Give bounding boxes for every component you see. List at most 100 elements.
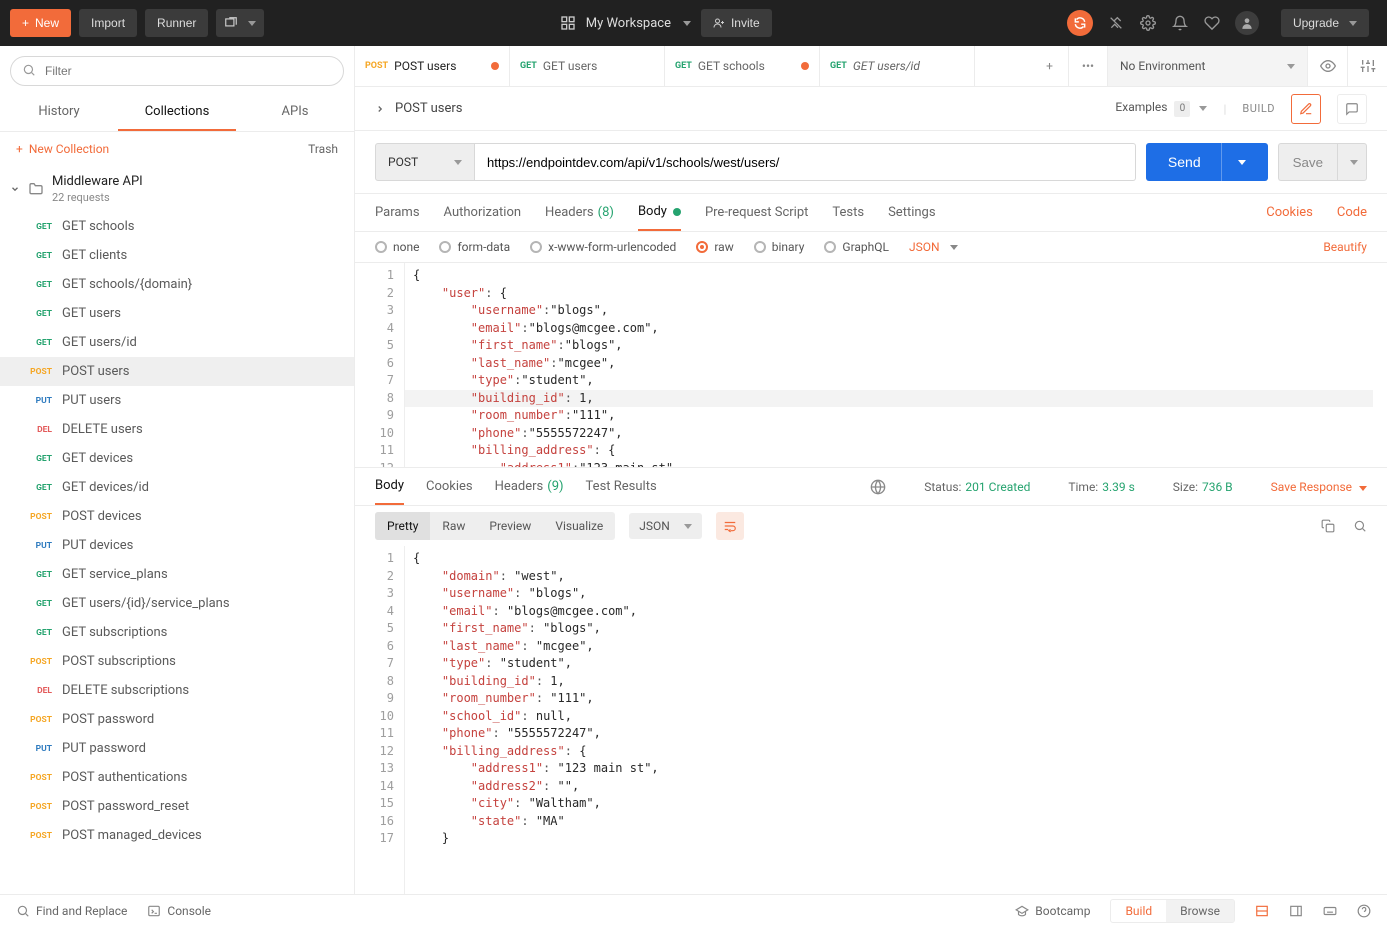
sidebar-tab-history[interactable]: History: [0, 94, 118, 131]
collection-header[interactable]: Middleware API 22 requests: [0, 166, 354, 212]
sidebar-request-item[interactable]: GETGET subscriptions: [0, 618, 354, 647]
beautify-button[interactable]: Beautify: [1323, 240, 1367, 254]
sidebar-request-item[interactable]: DELDELETE subscriptions: [0, 676, 354, 705]
sidebar-request-item[interactable]: POSTPOST devices: [0, 502, 354, 531]
add-tab-button[interactable]: +: [1031, 46, 1069, 86]
sidebar-request-item[interactable]: GETGET users: [0, 299, 354, 328]
subtab-params[interactable]: Params: [375, 195, 420, 230]
new-collection-button[interactable]: + New Collection: [16, 142, 109, 156]
two-pane-button[interactable]: [1255, 904, 1269, 918]
view-mode-preview[interactable]: Preview: [477, 512, 543, 540]
import-button[interactable]: Import: [79, 9, 137, 37]
build-mode-button[interactable]: Build: [1111, 900, 1166, 922]
workspace-switcher[interactable]: My Workspace: [586, 16, 691, 31]
sidebar-request-item[interactable]: POSTPOST password: [0, 705, 354, 734]
sidebar-request-item[interactable]: GETGET clients: [0, 241, 354, 270]
help-button[interactable]: [1357, 904, 1371, 918]
subtab-headers[interactable]: Headers(8): [545, 195, 614, 230]
new-button[interactable]: + New: [10, 9, 71, 37]
sidebar-request-item[interactable]: GETGET devices/id: [0, 473, 354, 502]
sidebar-request-item[interactable]: PUTPUT users: [0, 386, 354, 415]
subtab-tests[interactable]: Tests: [832, 195, 864, 230]
examples-dropdown[interactable]: Examples 0: [1115, 100, 1207, 117]
sidebar-request-item[interactable]: GETGET schools: [0, 212, 354, 241]
environment-settings-button[interactable]: [1347, 46, 1387, 86]
capture-button[interactable]: [1107, 14, 1125, 32]
filter-input[interactable]: [10, 56, 344, 86]
sidebar-request-item[interactable]: POSTPOST authentications: [0, 763, 354, 792]
sidebar-request-item[interactable]: GETGET devices: [0, 444, 354, 473]
request-tab[interactable]: GETGET users: [510, 46, 665, 86]
wrap-lines-button[interactable]: [716, 512, 744, 540]
view-mode-raw[interactable]: Raw: [430, 512, 477, 540]
sync-button[interactable]: [1067, 10, 1093, 36]
open-new-window-button[interactable]: [216, 9, 264, 37]
send-caret[interactable]: [1221, 143, 1246, 181]
response-tab-cookies[interactable]: Cookies: [426, 469, 473, 504]
subtab-pre-request-script[interactable]: Pre-request Script: [705, 195, 808, 230]
http-method-select[interactable]: POST: [375, 143, 475, 181]
cookies-link[interactable]: Cookies: [1266, 205, 1313, 220]
body-format-none[interactable]: none: [375, 240, 419, 254]
save-caret-button[interactable]: [1337, 143, 1367, 181]
url-input[interactable]: [475, 143, 1136, 181]
keyboard-shortcuts-button[interactable]: [1323, 904, 1337, 918]
sidebar-request-item[interactable]: POSTPOST managed_devices: [0, 821, 354, 850]
trash-link[interactable]: Trash: [308, 142, 338, 156]
body-format-form-data[interactable]: form-data: [439, 240, 510, 254]
environment-quicklook-button[interactable]: [1307, 46, 1347, 86]
runner-button[interactable]: Runner: [145, 9, 208, 37]
response-tab-body[interactable]: Body: [375, 468, 404, 505]
response-tab-headers[interactable]: Headers(9): [495, 469, 564, 504]
sidebar-request-item[interactable]: GETGET users/id: [0, 328, 354, 357]
comment-button[interactable]: [1337, 94, 1367, 124]
search-response-button[interactable]: [1353, 519, 1367, 533]
body-format-binary[interactable]: binary: [754, 240, 805, 254]
browse-mode-button[interactable]: Browse: [1166, 900, 1234, 922]
bootcamp-button[interactable]: Bootcamp: [1015, 904, 1090, 918]
sidebar-tab-apis[interactable]: APIs: [236, 94, 354, 131]
edit-button[interactable]: [1291, 94, 1321, 124]
body-format-graphql[interactable]: GraphQL: [824, 240, 889, 254]
minimap[interactable]: [1373, 546, 1387, 894]
panel-layout-button[interactable]: [1289, 904, 1303, 918]
network-icon[interactable]: [870, 479, 886, 495]
sidebar-request-item[interactable]: GETGET users/{id}/service_plans: [0, 589, 354, 618]
subtab-authorization[interactable]: Authorization: [444, 195, 522, 230]
sidebar-request-item[interactable]: POSTPOST users: [0, 357, 354, 386]
favorite-button[interactable]: [1203, 14, 1221, 32]
request-tab[interactable]: GETGET schools: [665, 46, 820, 86]
send-button[interactable]: Send: [1146, 143, 1268, 181]
avatar[interactable]: [1235, 11, 1259, 35]
find-replace-button[interactable]: Find and Replace: [16, 904, 127, 918]
sidebar-request-item[interactable]: PUTPUT password: [0, 734, 354, 763]
invite-button[interactable]: Invite: [701, 9, 772, 37]
sidebar-tab-collections[interactable]: Collections: [118, 94, 236, 131]
body-format-raw[interactable]: raw: [696, 240, 733, 254]
sidebar-request-item[interactable]: POSTPOST subscriptions: [0, 647, 354, 676]
save-response-button[interactable]: Save Response: [1271, 480, 1367, 494]
code-link[interactable]: Code: [1337, 205, 1367, 220]
request-body-editor[interactable]: 123456789101112 { "user": { "username":"…: [355, 263, 1387, 468]
body-lang-select[interactable]: JSON: [909, 240, 958, 254]
tab-options-button[interactable]: •••: [1069, 46, 1107, 86]
body-format-x-www-form-urlencoded[interactable]: x-www-form-urlencoded: [530, 240, 676, 254]
sidebar-request-item[interactable]: GETGET schools/{domain}: [0, 270, 354, 299]
response-lang-select[interactable]: JSON: [629, 513, 702, 539]
subtab-settings[interactable]: Settings: [888, 195, 935, 230]
notifications-button[interactable]: [1171, 14, 1189, 32]
sidebar-request-item[interactable]: POSTPOST password_reset: [0, 792, 354, 821]
subtab-body[interactable]: Body: [638, 194, 681, 231]
view-mode-pretty[interactable]: Pretty: [375, 512, 430, 540]
sidebar-request-item[interactable]: PUTPUT devices: [0, 531, 354, 560]
console-button[interactable]: Console: [147, 904, 211, 918]
sidebar-request-item[interactable]: GETGET service_plans: [0, 560, 354, 589]
settings-button[interactable]: [1139, 14, 1157, 32]
response-body-editor[interactable]: 1234567891011121314151617 { "domain": "w…: [355, 546, 1387, 894]
response-tab-test-results[interactable]: Test Results: [586, 469, 657, 504]
sidebar-request-item[interactable]: DELDELETE users: [0, 415, 354, 444]
upgrade-button[interactable]: Upgrade: [1281, 9, 1369, 37]
minimap[interactable]: [1373, 263, 1387, 467]
request-tab[interactable]: GETGET users/id: [820, 46, 975, 86]
copy-response-button[interactable]: [1321, 519, 1335, 533]
